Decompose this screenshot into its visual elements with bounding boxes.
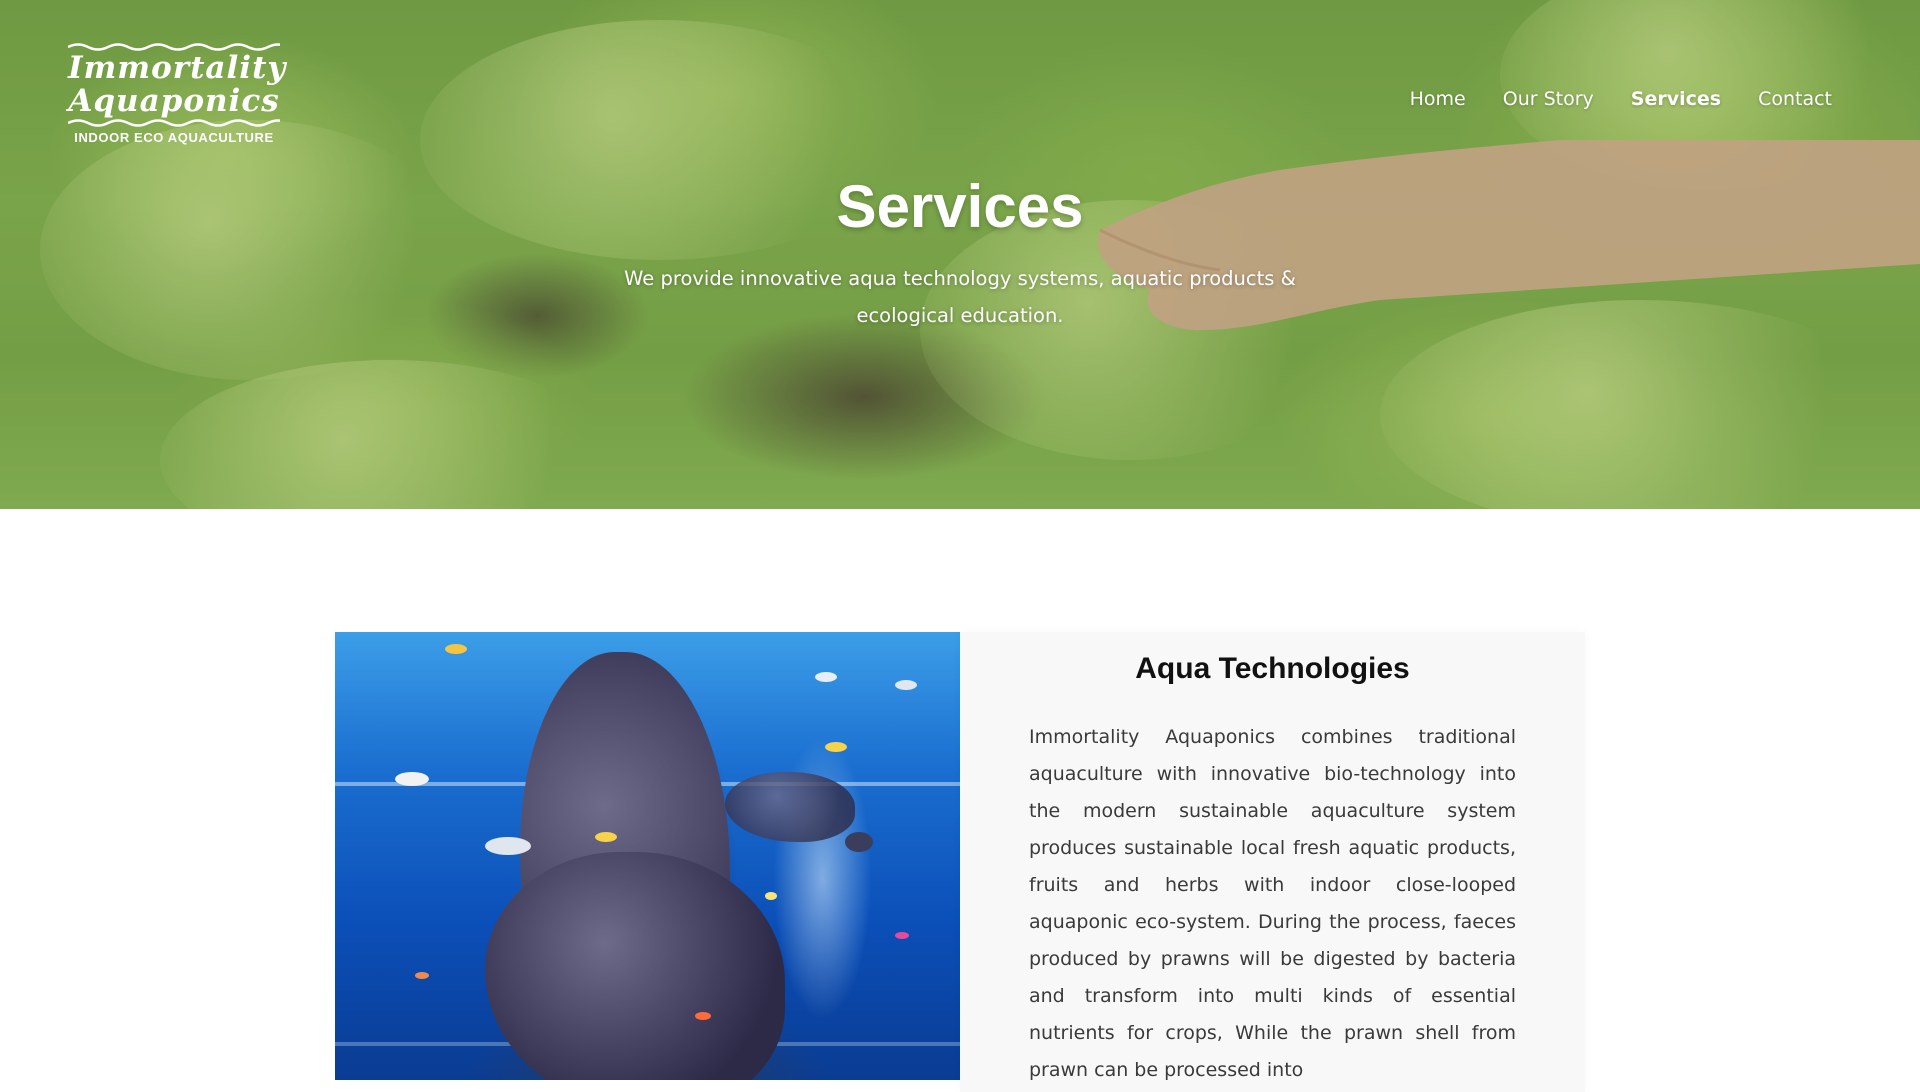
brand-logo[interactable]: Immortality Aquaponics INDOOR ECO AQUACU… [68, 42, 287, 158]
brand-name-line2: Aquaponics [68, 83, 280, 119]
aquarium-image [335, 632, 960, 1080]
nav-item-services[interactable]: Services [1631, 88, 1721, 110]
service-details: Aqua Technologies Immortality Aquaponics… [960, 632, 1585, 1092]
main-nav: Home Our Story Services Contact [1410, 88, 1832, 110]
page-title: Services [836, 173, 1084, 240]
nav-item-home[interactable]: Home [1410, 88, 1466, 110]
brand-name-line1: Immortality [68, 50, 287, 86]
hero-banner [0, 0, 1920, 509]
brand-tagline: INDOOR ECO AQUACULTURE [74, 130, 274, 145]
wave-icon [68, 119, 280, 127]
service-card: Aqua Technologies Immortality Aquaponics… [335, 632, 1585, 1092]
nav-item-contact[interactable]: Contact [1758, 88, 1832, 110]
service-title: Aqua Technologies [1135, 652, 1410, 685]
nav-item-our-story[interactable]: Our Story [1503, 88, 1594, 110]
service-description: Immortality Aquaponics combines traditio… [1029, 726, 1516, 1081]
page-subtitle: We provide innovative aqua technology sy… [624, 267, 1296, 327]
